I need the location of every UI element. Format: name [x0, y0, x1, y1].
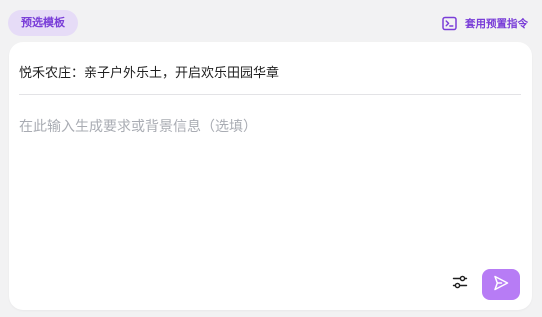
preselect-template-button[interactable]: 预选模板	[8, 10, 78, 36]
prompt-card: 悦禾农庄：亲子户外乐土，开启欢乐田园华章 在此输入生成要求或背景信息（选填）	[9, 42, 532, 310]
divider	[19, 94, 521, 95]
title-input[interactable]: 悦禾农庄：亲子户外乐土，开启欢乐田园华章	[19, 62, 521, 80]
settings-button[interactable]	[450, 274, 470, 294]
apply-preset-command-button[interactable]: 套用预置指令	[442, 13, 528, 33]
send-button[interactable]	[482, 269, 520, 300]
apply-preset-command-label: 套用预置指令	[465, 17, 528, 30]
terminal-icon	[442, 16, 457, 31]
top-bar: 预选模板 套用预置指令	[0, 0, 542, 42]
sliders-icon	[452, 274, 468, 294]
requirements-textarea[interactable]: 在此输入生成要求或背景信息（选填）	[19, 116, 521, 256]
send-icon	[492, 274, 510, 296]
